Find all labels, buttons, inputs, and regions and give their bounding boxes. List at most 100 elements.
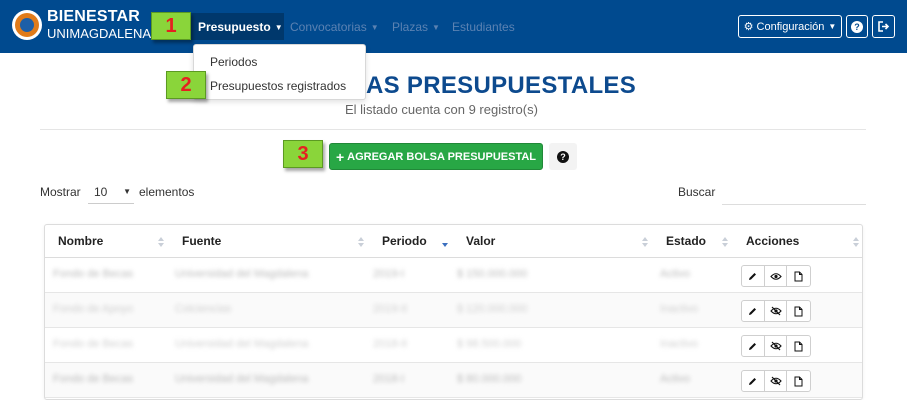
row-actions [741,300,811,322]
search-input[interactable] [722,181,866,205]
sort-icon [722,237,728,247]
sort-icon [158,237,164,247]
help-button[interactable]: ? [846,15,868,38]
brand-subtitle: UNIMAGDALENA [47,26,152,41]
column-header-fuente[interactable]: Fuente [169,225,369,258]
column-label: Nombre [58,234,104,248]
brand[interactable]: BIENESTAR UNIMAGDALENA [12,9,151,40]
cell-periodo: 2019-II [373,303,408,315]
question-icon: ? [557,150,569,163]
document-button[interactable] [787,266,810,286]
document-button[interactable] [787,336,810,356]
cell-periodo: 2018-II [373,338,408,350]
pencil-icon [749,307,757,315]
page-title: AS PRESUPUESTALES [366,72,637,99]
document-button[interactable] [787,301,810,321]
eye-icon [769,272,782,280]
edit-button[interactable] [742,336,765,356]
nav-item-label: Presupuesto [198,20,271,34]
university-logo-icon [12,9,42,40]
dropdown-item-periodos[interactable]: Periodos [210,55,257,69]
nav-item-plazas[interactable]: Plazas ▼ [392,20,440,34]
column-header-acciones[interactable]: Acciones [733,225,862,258]
caret-down-icon: ▼ [123,187,131,196]
top-navbar: BIENESTAR UNIMAGDALENA Presupuesto ▼ Conv… [0,0,907,53]
cell-fuente: Universidad del Magdalena [175,268,309,280]
record-count: El listado cuenta con 9 registro(s) [345,102,538,117]
cell-valor: $ 98.500.000 [457,338,522,350]
logout-button[interactable] [872,15,895,38]
divider [40,129,866,130]
document-icon [794,271,803,281]
column-label: Fuente [182,234,222,248]
hide-button[interactable] [765,336,788,356]
cell-valor: $ 80.000.000 [457,373,522,385]
nav-item-label: Estudiantes [452,20,515,34]
config-label: Configuración [756,20,825,33]
document-icon [794,306,803,316]
edit-button[interactable] [742,301,765,321]
table-row: Fondo de Becas Universidad del Magdalena… [45,258,862,293]
caret-down-icon: ▼ [432,23,440,32]
edit-button[interactable] [742,266,765,286]
cell-fuente: Colciencias [175,303,232,315]
nav-item-estudiantes[interactable]: Estudiantes [452,20,515,34]
pencil-icon [749,272,757,280]
hide-button[interactable] [765,301,788,321]
nav-item-convocatorias[interactable]: Convocatorias ▼ [290,20,379,34]
brand-title: BIENESTAR [47,8,141,25]
cell-estado: Activo [660,268,690,280]
view-button[interactable] [765,266,788,286]
page-length-select[interactable]: 10 ▼ [88,181,134,204]
eye-slash-icon [769,306,782,316]
show-entries-label: Mostrar [40,185,81,199]
config-dropdown-button[interactable]: ⚙ Configuración ▼ [738,15,842,38]
eye-slash-icon [769,341,782,351]
presupuesto-dropdown-menu: Periodos Presupuestos registrados [193,44,366,100]
pencil-icon [749,377,757,385]
cell-estado: Activo [660,373,690,385]
sort-icon [642,237,648,247]
document-button[interactable] [787,371,810,391]
dropdown-item-presupuestos-registrados[interactable]: Presupuestos registrados [210,79,346,93]
column-header-nombre[interactable]: Nombre [45,225,169,258]
add-budget-button[interactable]: + AGREGAR BOLSA PRESUPUESTAL [329,143,543,170]
column-header-valor[interactable]: Valor [453,225,653,258]
plus-icon: + [335,148,345,165]
eye-slash-icon [769,376,782,386]
column-header-periodo[interactable]: Periodo [369,225,453,258]
cell-nombre: Fondo de Becas [53,268,134,280]
column-label: Valor [466,234,496,248]
logout-icon [877,21,889,32]
page-length-value: 10 [94,185,108,199]
document-icon [794,341,803,351]
table-row: Fondo de Becas Universidad del Magdalena… [45,363,862,398]
cell-valor: $ 150.000.000 [457,268,528,280]
sort-icon [358,237,364,247]
help-info-button[interactable]: ? [549,143,577,170]
question-icon: ? [851,20,863,33]
row-actions [741,265,811,287]
cell-periodo: 2019-I [373,268,405,280]
gear-icon: ⚙ [743,21,754,33]
step-badge-1: 1 [151,12,191,40]
nav-item-label: Convocatorias [290,20,367,34]
column-label: Estado [666,234,707,248]
cell-periodo: 2018-I [373,373,405,385]
pencil-icon [749,342,757,350]
cell-estado: Inactivo [660,338,698,350]
cell-fuente: Universidad del Magdalena [175,373,309,385]
document-icon [794,376,803,386]
column-header-estado[interactable]: Estado [653,225,733,258]
sort-icon [853,237,859,247]
budget-table: Nombre Fuente Periodo Valor Estado Accio… [44,224,863,400]
cell-nombre: Fondo de Becas [53,373,134,385]
nav-item-presupuesto[interactable]: Presupuesto ▼ [198,20,283,34]
edit-button[interactable] [742,371,765,391]
cell-nombre: Fondo de Becas [53,338,134,350]
step-badge-2: 2 [166,71,206,99]
page: BIENESTAR UNIMAGDALENA Presupuesto ▼ Conv… [0,0,907,400]
hide-button[interactable] [765,371,788,391]
step-badge-3: 3 [283,140,323,168]
cell-valor: $ 120.000.000 [457,303,528,315]
